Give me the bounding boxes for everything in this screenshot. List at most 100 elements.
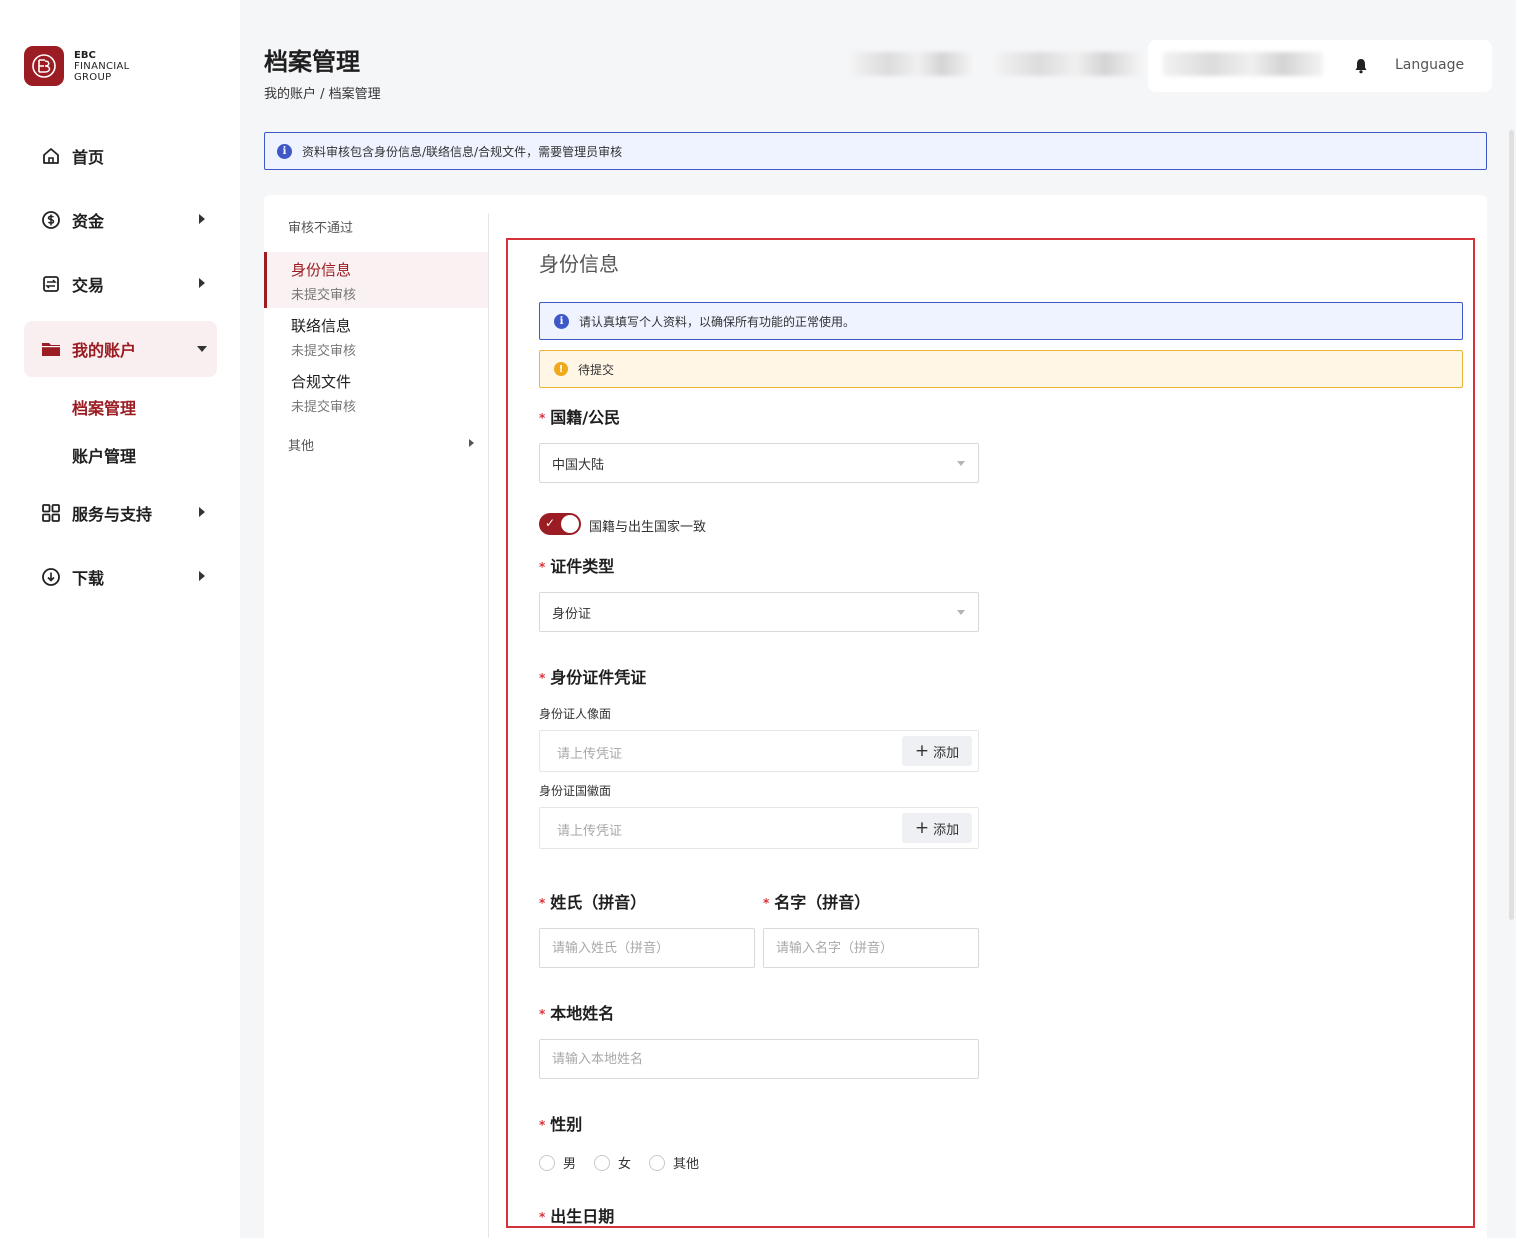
given-name-input[interactable] [763,928,979,968]
warning-alert: ! 待提交 [539,350,1463,388]
id-type-label: * 证件类型 [539,557,615,576]
sidebar-item-my-account[interactable]: 我的账户 [24,321,217,377]
birth-date-label: * 出生日期 [539,1207,615,1226]
surname-input[interactable] [539,928,755,968]
grid-icon [41,503,61,523]
subnav-status: 未提交审核 [291,344,357,359]
info-icon: i [554,313,569,329]
id-back-upload[interactable]: 请上传凭证 + 添加 [539,807,979,849]
subnav-status: 未提交审核 [291,288,357,303]
sidebar-subitem-profile[interactable]: 档案管理 [72,395,136,419]
brand-line-1: EBC [74,49,96,61]
section-title: 身份信息 [539,252,619,276]
add-back-button[interactable]: + 添加 [902,813,972,843]
sidebar-item-funds[interactable]: 资金 [24,192,217,248]
sidebar: EBC FINANCIAL GROUP 首页 资金 交易 我的账户 档案管理 账… [0,0,240,1238]
radio-circle [539,1154,555,1171]
sidebar-item-label: 我的账户 [72,341,137,360]
nationality-select[interactable]: 中国大陆 [539,443,979,483]
required-mark: * [539,411,546,425]
subnav-heading: 审核不通过 [288,221,354,236]
required-mark: * [539,896,546,910]
warning-icon: ! [554,362,568,376]
chevron-down-icon [957,461,965,466]
language-selector[interactable]: Language [1395,57,1464,73]
review-notice-alert: i 资料审核包含身份信息/联络信息/合规文件，需要管理员审核 [264,132,1487,170]
download-icon [41,567,61,587]
required-mark: * [539,1210,546,1224]
folder-icon [41,339,61,359]
gender-female-radio[interactable]: 女 [594,1153,631,1172]
sidebar-item-trade[interactable]: 交易 [24,256,217,312]
subnav-title: 身份信息 [291,261,352,279]
sidebar-item-label: 服务与支持 [72,505,153,524]
given-name-label: * 名字（拼音） [763,893,871,912]
required-mark: * [539,1007,546,1021]
id-front-label: 身份证人像面 [539,707,612,721]
subnav-contact[interactable]: 联络信息 未提交审核 [264,308,488,364]
trade-icon [41,274,61,294]
caret-right-icon [199,278,205,288]
same-country-label: 国籍与出生国家一致 [589,520,707,535]
sidebar-item-label: 下载 [72,569,105,588]
home-icon [41,146,61,166]
gender-label: * 性别 [539,1115,583,1134]
subnav-compliance[interactable]: 合规文件 未提交审核 [264,364,488,420]
caret-down-icon [197,346,207,352]
plus-icon: + [914,741,930,761]
id-proof-label: * 身份证件凭证 [539,668,647,687]
sidebar-item-support[interactable]: 服务与支持 [24,485,217,541]
blurred-content [852,52,972,76]
id-type-value: 身份证 [552,606,592,622]
subnav-title: 合规文件 [291,373,352,391]
review-notice-text: 资料审核包含身份信息/联络信息/合规文件，需要管理员审核 [302,144,623,159]
sidebar-item-label: 交易 [72,276,105,295]
warning-alert-text: 待提交 [578,362,615,377]
blurred-content [996,52,1141,76]
sidebar-item-download[interactable]: 下载 [24,549,217,605]
info-alert: i 请认真填写个人资料，以确保所有功能的正常使用。 [539,302,1463,340]
upload-placeholder: 请上传凭证 [557,747,623,762]
upload-placeholder: 请上传凭证 [557,824,623,839]
blurred-content [1163,52,1323,76]
radio-circle [649,1154,666,1171]
surname-label: * 姓氏（拼音） [539,893,647,912]
sidebar-subitem-account[interactable]: 账户管理 [72,443,136,467]
check-icon: ✓ [545,516,556,530]
required-mark: * [539,1118,546,1132]
required-mark: * [539,560,546,574]
sidebar-item-home[interactable]: 首页 [24,128,217,184]
add-front-button[interactable]: + 添加 [902,736,972,766]
info-icon: i [277,143,292,159]
brand-line-2: FINANCIAL [74,60,130,72]
same-country-toggle[interactable]: ✓ [539,513,581,535]
id-front-upload[interactable]: 请上传凭证 + 添加 [539,730,979,772]
breadcrumb: 我的账户 / 档案管理 [264,87,381,102]
bell-icon[interactable] [1354,58,1368,74]
caret-right-icon [199,571,205,581]
local-name-label: * 本地姓名 [539,1004,615,1023]
id-type-select[interactable]: 身份证 [539,592,979,632]
gender-radio-group: 男 女 其他 [539,1153,717,1172]
nationality-value: 中国大陆 [552,457,605,473]
brand-logo[interactable]: EBC FINANCIAL GROUP [24,46,130,86]
subnav-title: 联络信息 [291,317,352,335]
page-title: 档案管理 [264,48,360,76]
subnav-other[interactable]: 其他 [288,435,474,454]
caret-right-icon [469,439,474,447]
required-mark: * [539,671,546,685]
plus-icon: + [914,818,930,838]
chevron-down-icon [957,610,965,615]
radio-circle [594,1154,611,1171]
brand-line-3: GROUP [74,71,112,83]
gender-other-radio[interactable]: 其他 [649,1153,699,1172]
gender-male-radio[interactable]: 男 [539,1153,576,1172]
local-name-input[interactable] [539,1039,979,1079]
sidebar-item-label: 首页 [72,148,105,167]
caret-right-icon [199,507,205,517]
id-back-label: 身份证国徽面 [539,784,612,798]
caret-right-icon [199,214,205,224]
nationality-label: * 国籍/公民 [539,408,621,427]
scrollbar[interactable] [1509,130,1514,920]
subnav-identity[interactable]: 身份信息 未提交审核 [264,252,488,308]
